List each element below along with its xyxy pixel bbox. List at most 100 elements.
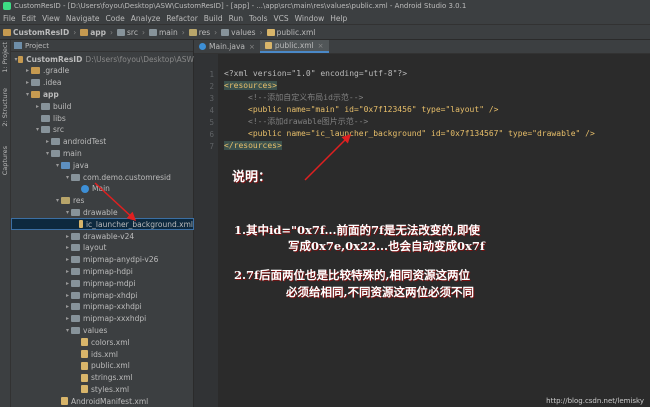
menu-build[interactable]: Build — [204, 14, 223, 23]
menu-file[interactable]: File — [3, 14, 16, 23]
chevron-right-icon[interactable]: ▸ — [64, 280, 71, 287]
breadcrumb-item[interactable]: values › — [221, 28, 263, 37]
chevron-right-icon[interactable]: ▸ — [64, 233, 71, 240]
chevron-right-icon[interactable]: ▸ — [64, 303, 71, 310]
tree-item[interactable]: Main — [11, 183, 194, 195]
menu-window[interactable]: Window — [295, 14, 325, 23]
chevron-down-icon[interactable]: ▾ — [64, 327, 71, 334]
chevron-down-icon[interactable]: ▾ — [54, 197, 61, 204]
breadcrumb-item[interactable]: CustomResID › — [3, 28, 76, 37]
tree-item[interactable]: ▸ .idea — [11, 77, 194, 89]
tree-item[interactable]: ic_launcher_background.xml — [11, 218, 194, 231]
tree-item[interactable]: colors.xml — [11, 336, 194, 348]
tree-item[interactable]: ▸ mipmap-hdpi — [11, 265, 194, 277]
breadcrumb-item[interactable]: public.xml — [266, 28, 315, 37]
tree-item[interactable]: ▾ main — [11, 147, 194, 159]
folder-icon — [41, 114, 50, 122]
tree-item[interactable]: ▸ mipmap-xxhdpi — [11, 301, 194, 313]
tree-item[interactable]: ▸ mipmap-xhdpi — [11, 289, 194, 301]
chevron-right-icon[interactable]: ▸ — [34, 103, 41, 110]
chevron-right-icon[interactable]: ▸ — [24, 79, 31, 86]
folder-icon — [71, 256, 80, 264]
chevron-right-icon[interactable]: ▸ — [64, 268, 71, 275]
folder-icon — [71, 279, 80, 287]
menu-navigate[interactable]: Navigate — [66, 14, 100, 23]
tree-item-label: mipmap-xhdpi — [83, 290, 138, 300]
tree-item[interactable]: ▾ app — [11, 88, 194, 100]
structure-tool-tab[interactable]: 2: Structure — [1, 88, 9, 127]
watermark: http://blog.csdn.net/lemisky — [546, 397, 644, 405]
chevron-right-icon[interactable]: ▸ — [64, 315, 71, 322]
tab-main-java[interactable]: Main.java × — [194, 40, 260, 53]
annotation-point-2-line-2: 必须给相同,不同资源这两位必须不同 — [286, 285, 475, 299]
tree-item[interactable]: ▸ mipmap-mdpi — [11, 277, 194, 289]
tree-item[interactable]: ▾ drawable — [11, 206, 194, 218]
code-line-2: <resources> — [224, 81, 277, 90]
breadcrumb-item[interactable]: res › — [188, 28, 217, 37]
menu-analyze[interactable]: Analyze — [131, 14, 161, 23]
chevron-right-icon[interactable]: ▸ — [64, 256, 71, 263]
tree-item[interactable]: AndroidManifest.xml — [11, 395, 194, 407]
tree-item[interactable]: ▾ CustomResID D:\Users\foyou\Desktop\ASW — [11, 53, 194, 65]
close-icon[interactable]: × — [318, 42, 324, 50]
menu-help[interactable]: Help — [330, 14, 347, 23]
tree-item[interactable]: ▸ mipmap-xxxhdpi — [11, 313, 194, 325]
chevron-right-icon[interactable]: ▸ — [24, 67, 31, 74]
chevron-down-icon[interactable]: ▾ — [64, 174, 71, 181]
line-number: 3 — [209, 94, 214, 103]
tree-item[interactable]: ▸ drawable-v24 — [11, 230, 194, 242]
tree-item[interactable]: ▾ values — [11, 324, 194, 336]
menu-edit[interactable]: Edit — [22, 14, 37, 23]
tree-item[interactable]: ▾ res — [11, 195, 194, 207]
breadcrumb-item[interactable]: main › — [148, 28, 185, 37]
tree-item[interactable]: ▸ layout — [11, 242, 194, 254]
tree-item-label: CustomResID — [26, 54, 83, 64]
tab-public-xml[interactable]: public.xml × — [259, 40, 329, 53]
tree-item[interactable]: ▸ androidTest — [11, 136, 194, 148]
tree-item[interactable]: styles.xml — [11, 383, 194, 395]
menu-view[interactable]: View — [42, 14, 60, 23]
chevron-down-icon[interactable]: ▾ — [34, 126, 41, 133]
tree-item[interactable]: libs — [11, 112, 194, 124]
menu-refactor[interactable]: Refactor — [166, 14, 197, 23]
tree-item[interactable]: ▸ mipmap-anydpi-v26 — [11, 254, 194, 266]
captures-tool-tab[interactable]: Captures — [1, 146, 9, 175]
chevron-right-icon[interactable]: ▸ — [64, 292, 71, 299]
breadcrumb-item[interactable]: src › — [117, 28, 145, 37]
chevron-down-icon[interactable]: ▾ — [54, 162, 61, 169]
menu-vcs[interactable]: VCS — [273, 14, 288, 23]
tree-item[interactable]: ▾ com.demo.customresid — [11, 171, 194, 183]
chevron-down-icon[interactable]: ▾ — [64, 209, 71, 216]
chevron-down-icon[interactable]: ▾ — [44, 150, 51, 157]
chevron-right-icon[interactable]: ▸ — [44, 138, 51, 145]
project-panel-title[interactable]: Project — [25, 42, 49, 50]
tree-item-label: ic_launcher_background.xml — [85, 219, 193, 229]
tree-item-label: styles.xml — [91, 384, 130, 394]
folder-icon — [71, 173, 80, 181]
breadcrumb-item[interactable]: app › — [80, 28, 113, 37]
tree-item[interactable]: ▸ build — [11, 100, 194, 112]
project-panel: Project ▾ CustomResID D:\Users\foyou\Deskt… — [11, 40, 194, 407]
chevron-right-icon: › — [110, 27, 114, 37]
menu-tools[interactable]: Tools — [249, 14, 267, 23]
tree-item-label: com.demo.customresid — [83, 172, 171, 182]
project-view-icon — [14, 42, 22, 49]
chevron-down-icon[interactable]: ▾ — [24, 91, 31, 98]
tree-item[interactable]: ▸ .gradle — [11, 65, 194, 77]
menu-code[interactable]: Code — [106, 14, 125, 23]
menu-run[interactable]: Run — [229, 14, 243, 23]
tree-item[interactable]: public.xml — [11, 360, 194, 372]
project-tool-tab[interactable]: 1: Project — [1, 42, 9, 73]
tree-item[interactable]: strings.xml — [11, 372, 194, 384]
chevron-right-icon[interactable]: ▸ — [64, 244, 71, 251]
tree-item-label: mipmap-mdpi — [83, 278, 136, 288]
tree-item[interactable]: ▾ src — [11, 124, 194, 136]
tree-item-label: app — [43, 89, 59, 99]
close-icon[interactable]: × — [249, 43, 255, 51]
folder-icon — [117, 28, 126, 36]
tree-item[interactable]: ▾ java — [11, 159, 194, 171]
tree-item[interactable]: ids.xml — [11, 348, 194, 360]
resource-folder-icon — [61, 197, 70, 205]
tree-item-label: values — [83, 325, 108, 335]
annotation-heading: 说明： — [232, 170, 272, 185]
